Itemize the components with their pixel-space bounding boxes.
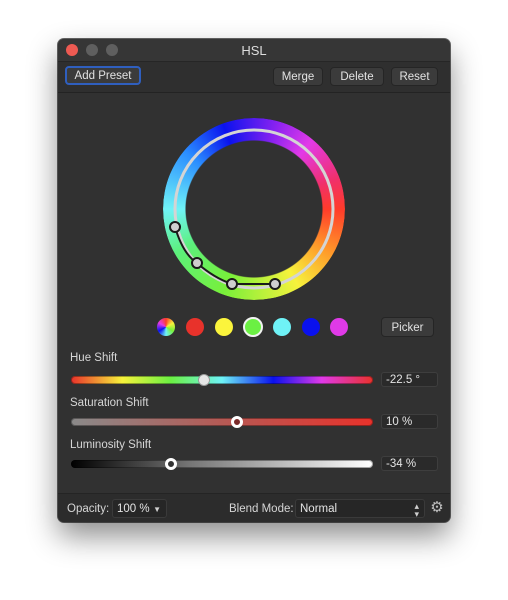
- curve-overlay: [169, 128, 335, 290]
- luminosity-shift-value[interactable]: -34 %: [381, 456, 438, 471]
- swatch-blue[interactable]: [302, 318, 320, 336]
- saturation-shift-label: Saturation Shift: [70, 397, 149, 409]
- blend-mode-select[interactable]: Normal ▴ ▾: [295, 499, 425, 519]
- preset-toolbar: Add Preset Merge Delete Reset: [58, 62, 450, 93]
- saturation-shift-value[interactable]: 10 %: [381, 414, 438, 429]
- add-preset-button[interactable]: Add Preset: [65, 66, 141, 85]
- footer-bar: Opacity: 100 % ▼ Blend Mode: Normal ▴ ▾ ⚙: [58, 493, 450, 522]
- hue-shift-slider[interactable]: [71, 374, 373, 386]
- saturation-shift-slider[interactable]: [71, 416, 373, 428]
- swatch-green[interactable]: [243, 317, 263, 337]
- gear-icon[interactable]: ⚙: [429, 499, 445, 517]
- reset-button[interactable]: Reset: [391, 67, 438, 86]
- opacity-dropdown[interactable]: 100 % ▼: [112, 499, 167, 518]
- hue-shift-thumb[interactable]: [197, 374, 210, 386]
- curve-control-point[interactable]: [269, 278, 281, 290]
- hue-shift-value[interactable]: -22.5 °: [381, 372, 438, 387]
- blend-mode-value: Normal: [300, 503, 338, 515]
- merge-button[interactable]: Merge: [273, 67, 323, 86]
- curve-control-point[interactable]: [226, 278, 238, 290]
- saturation-shift-thumb[interactable]: [231, 416, 244, 428]
- luminosity-shift-slider[interactable]: [71, 458, 373, 470]
- hsl-panel-window: HSL Add Preset Merge Delete Reset Picker…: [58, 39, 450, 522]
- opacity-value: 100 %: [117, 503, 150, 515]
- hue-curve-segment: [174, 226, 273, 285]
- hue-shift-label: Hue Shift: [70, 352, 118, 364]
- swatch-yellow[interactable]: [215, 318, 233, 336]
- title-bar: HSL: [58, 39, 450, 62]
- swatch-cyan[interactable]: [273, 318, 291, 336]
- blend-mode-label: Blend Mode:: [229, 503, 294, 515]
- opacity-label: Opacity:: [67, 503, 110, 515]
- stepper-arrows-icon: ▴ ▾: [414, 501, 419, 519]
- luminosity-shift-label: Luminosity Shift: [70, 439, 152, 451]
- picker-button[interactable]: Picker: [381, 317, 434, 337]
- curve-control-point[interactable]: [169, 221, 181, 233]
- luminosity-shift-thumb[interactable]: [164, 458, 177, 470]
- delete-button[interactable]: Delete: [330, 67, 384, 86]
- window-title: HSL: [241, 43, 267, 58]
- swatch-master[interactable]: [157, 318, 175, 336]
- curve-control-point[interactable]: [191, 257, 203, 269]
- dropdown-arrow-icon: ▼: [153, 505, 161, 514]
- swatch-red[interactable]: [186, 318, 204, 336]
- swatch-magenta[interactable]: [330, 318, 348, 336]
- hue-wheel[interactable]: [159, 114, 349, 304]
